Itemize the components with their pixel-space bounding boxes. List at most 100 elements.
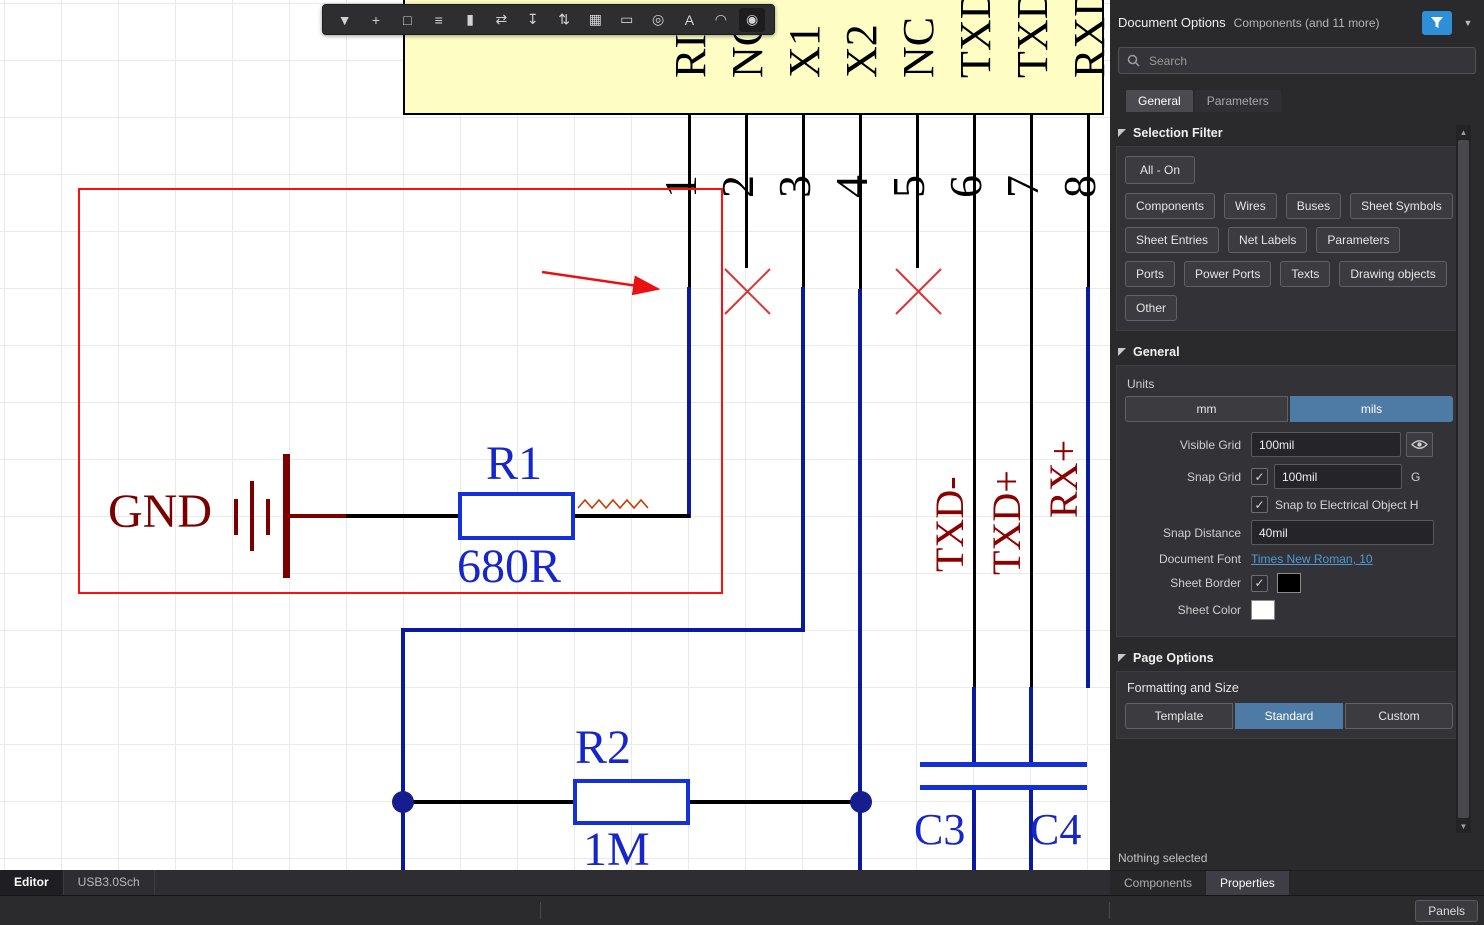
align-center-icon[interactable]: ▮ (457, 8, 483, 32)
tab-properties-panel[interactable]: Properties (1206, 871, 1289, 895)
panel-scope-dropdown[interactable]: Components (and 11 more) (1234, 16, 1414, 30)
net-label-txd-plus[interactable]: TXD+ (987, 470, 1027, 575)
filter-btn-drawing-objects[interactable]: Drawing objects (1339, 261, 1446, 287)
pin-number-label[interactable]: 6 (943, 175, 989, 198)
units-mm-button[interactable]: mm (1125, 396, 1288, 422)
tab-components-panel[interactable]: Components (1110, 871, 1206, 895)
pin-name-label[interactable]: RXD (1068, 0, 1110, 78)
distribute-horizontal-icon[interactable]: ⇄ (488, 8, 514, 32)
filter-btn-components[interactable]: Components (1125, 193, 1215, 219)
filter-btn-parameters[interactable]: Parameters (1316, 227, 1400, 253)
net-label-rx-plus[interactable]: RX+ (1044, 440, 1084, 518)
wire-pin6-to-cap[interactable] (972, 687, 976, 764)
tab-general[interactable]: General (1126, 90, 1193, 112)
pin-number-label[interactable]: 4 (829, 175, 875, 198)
pin-name-label[interactable]: RI (669, 34, 713, 78)
panels-button[interactable]: Panels (1415, 900, 1478, 922)
units-mils-button[interactable]: mils (1290, 396, 1453, 422)
resistor-r2-body[interactable] (573, 779, 690, 825)
filter-btn-buses[interactable]: Buses (1286, 193, 1341, 219)
tab-parameters[interactable]: Parameters (1195, 90, 1281, 112)
sheet-color-swatch[interactable] (1251, 600, 1275, 620)
distribute-vertical-icon[interactable]: ⇅ (551, 8, 577, 32)
visibility-eye-button[interactable] (1406, 432, 1433, 457)
wire-junction[interactable] (850, 791, 872, 813)
scroll-up-icon[interactable]: ▲ (1460, 125, 1468, 139)
tab-usb3-0sch[interactable]: USB3.0Sch (64, 870, 155, 895)
no-connect-x-mark[interactable] (896, 269, 941, 314)
wire-pin4-vertical[interactable] (858, 289, 862, 870)
schematic-canvas[interactable]: RI NC X1 X2 NC TXD TXD RXD 1 2 3 4 5 6 7… (0, 0, 1110, 870)
arc-tool-icon[interactable]: ◠ (708, 8, 734, 32)
move-icon[interactable]: + (363, 8, 389, 32)
filter-btn-net-labels[interactable]: Net Labels (1228, 227, 1307, 253)
pin-name-label[interactable]: NC (897, 17, 941, 78)
filter-btn-sheet-symbols[interactable]: Sheet Symbols (1350, 193, 1453, 219)
scrollbar-thumb[interactable] (1458, 140, 1469, 818)
visible-grid-input[interactable] (1251, 432, 1401, 457)
chevron-down-icon[interactable]: ▼ (1460, 11, 1476, 35)
wire-pin3-vertical[interactable] (801, 287, 805, 632)
scroll-down-icon[interactable]: ▼ (1460, 819, 1468, 833)
pin-line-4[interactable] (859, 115, 862, 291)
pin-line-7[interactable] (1030, 115, 1033, 689)
net-label-txd-minus[interactable]: TXD- (930, 476, 970, 572)
mask-icon[interactable]: ▭ (614, 8, 640, 32)
pin-line-8[interactable] (1087, 115, 1090, 288)
capacitor-c4-plate[interactable] (977, 785, 1087, 790)
filter-icon[interactable]: ▼ (332, 8, 358, 32)
section-selection-filter-header[interactable]: Selection Filter (1110, 116, 1462, 146)
pin-number-label[interactable]: 3 (772, 175, 818, 198)
wire-horizontal-mid[interactable] (401, 628, 805, 632)
format-template-button[interactable]: Template (1125, 703, 1233, 729)
search-input[interactable] (1147, 53, 1467, 69)
format-custom-button[interactable]: Custom (1345, 703, 1453, 729)
filter-btn-other[interactable]: Other (1125, 295, 1177, 321)
search-box[interactable] (1118, 47, 1476, 74)
wire-pin7-to-cap[interactable] (1029, 687, 1033, 764)
text-tool-icon[interactable]: A (676, 8, 702, 32)
pin-line-2[interactable] (745, 115, 748, 268)
r2-value[interactable]: 1M (583, 826, 650, 870)
origin-icon[interactable]: ◉ (739, 8, 765, 32)
section-page-options-header[interactable]: Page Options (1110, 641, 1462, 671)
wire-left-to-r2[interactable] (403, 800, 573, 804)
snap-grid-input[interactable] (1274, 464, 1402, 489)
pin-name-label[interactable]: X2 (840, 24, 884, 78)
r2-designator[interactable]: R2 (575, 724, 631, 772)
no-connect-x-mark[interactable] (725, 269, 770, 314)
align-left-icon[interactable]: ≡ (426, 8, 452, 32)
snap-electrical-checkbox[interactable]: ✓ (1251, 496, 1268, 513)
selection-filter-button[interactable] (1422, 11, 1452, 35)
wire-r2-to-pin4[interactable] (690, 800, 861, 804)
pin-line-3[interactable] (802, 115, 805, 288)
pin-number-label[interactable]: 5 (886, 175, 932, 198)
wire-cap3-lower[interactable] (972, 790, 976, 870)
panel-title[interactable]: Document Options (1118, 15, 1226, 30)
wire-junction[interactable] (392, 791, 414, 813)
c4-designator[interactable]: C4 (1030, 808, 1081, 852)
tab-editor[interactable]: Editor (0, 870, 64, 895)
align-bottom-icon[interactable]: ↧ (520, 8, 546, 32)
pin-number-label[interactable]: 8 (1057, 175, 1103, 198)
capacitor-c4-plate[interactable] (977, 762, 1087, 767)
grid-view-icon[interactable]: ▦ (582, 8, 608, 32)
document-font-link[interactable]: Times New Roman, 10 (1251, 552, 1373, 566)
format-standard-button[interactable]: Standard (1235, 703, 1343, 729)
filter-btn-wires[interactable]: Wires (1224, 193, 1277, 219)
snap-distance-input[interactable] (1251, 520, 1434, 545)
sheet-border-color-swatch[interactable] (1277, 573, 1301, 593)
pin-name-label[interactable]: TXD (1011, 0, 1055, 78)
filter-btn-ports[interactable]: Ports (1125, 261, 1175, 287)
filter-btn-texts[interactable]: Texts (1280, 261, 1330, 287)
c3-designator[interactable]: C3 (914, 808, 965, 852)
pin-name-label[interactable]: TXD (954, 0, 998, 78)
panel-scrollbar[interactable]: ▲ ▼ (1456, 125, 1471, 833)
sheet-border-checkbox[interactable]: ✓ (1251, 575, 1268, 592)
select-area-icon[interactable]: □ (394, 8, 420, 32)
filter-btn-sheet-entries[interactable]: Sheet Entries (1125, 227, 1219, 253)
section-general-header[interactable]: General (1110, 335, 1462, 365)
wire-left-vertical[interactable] (401, 628, 405, 804)
pin-line-5[interactable] (916, 115, 919, 268)
all-on-button[interactable]: All - On (1125, 156, 1195, 184)
